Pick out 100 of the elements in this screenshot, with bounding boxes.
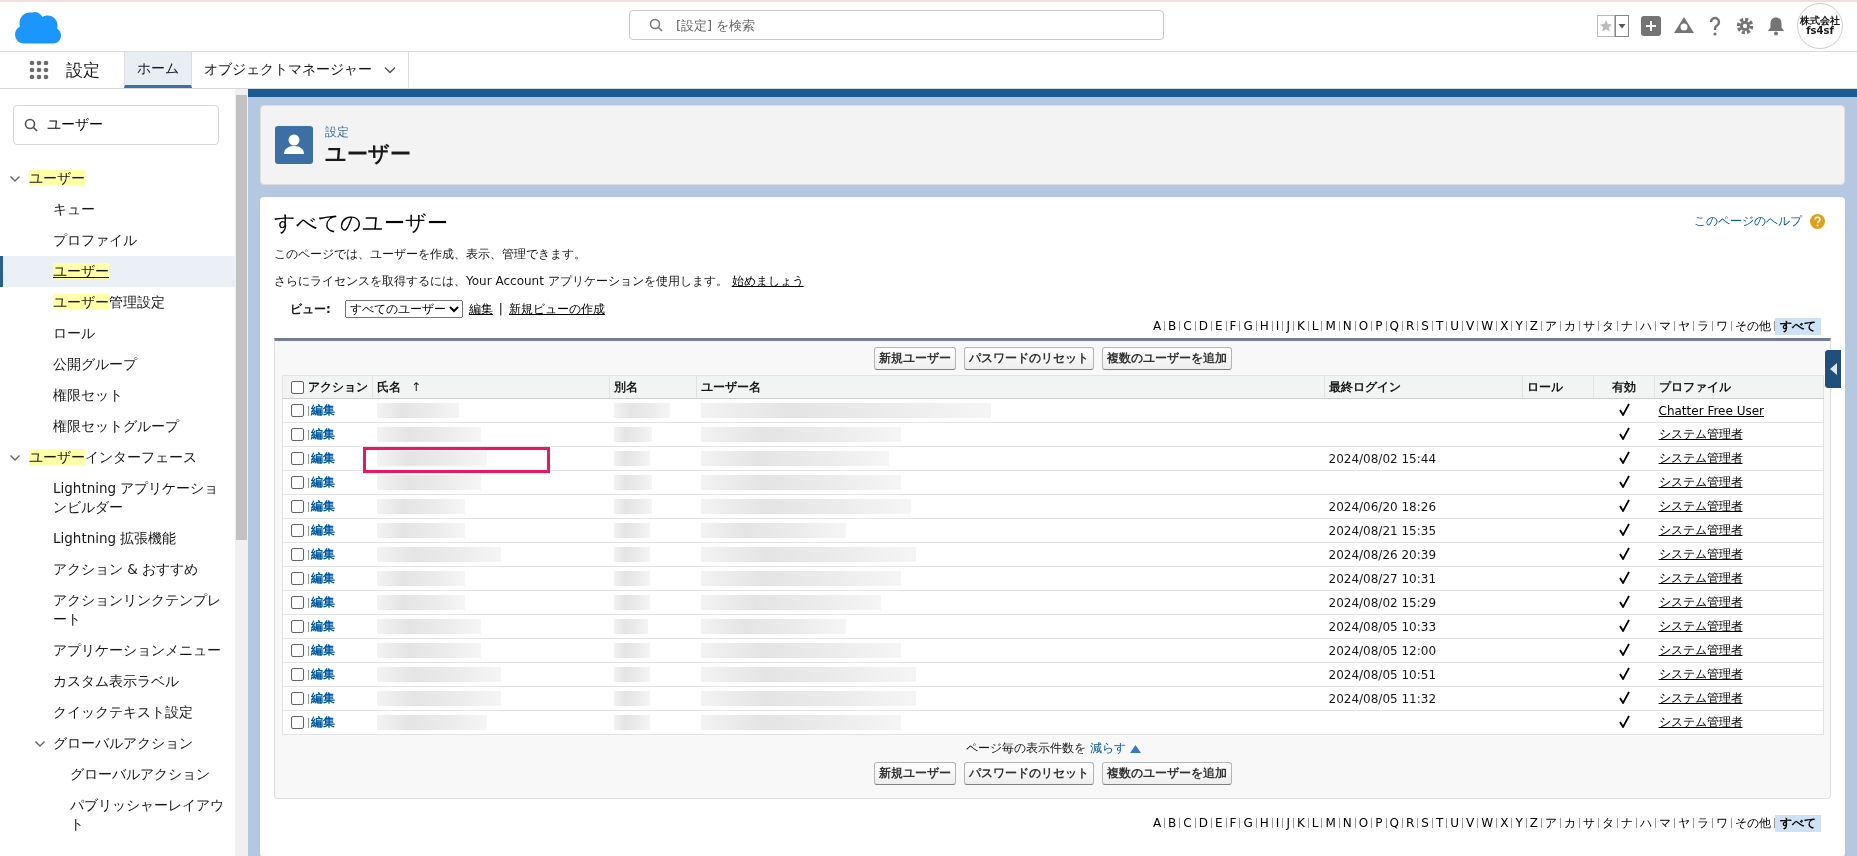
alphabet-filter-link[interactable]: ア <box>1542 317 1560 335</box>
tree-item[interactable]: 権限セットグループ <box>0 411 235 442</box>
edit-link[interactable]: 編集 <box>311 595 335 609</box>
alphabet-filter-link[interactable]: K <box>1293 816 1308 830</box>
alphabet-filter-link[interactable]: P <box>1372 816 1386 830</box>
edit-link[interactable]: 編集 <box>311 475 335 489</box>
alphabet-filter-link[interactable]: マ <box>1656 814 1674 832</box>
row-checkbox[interactable] <box>291 596 304 609</box>
alphabet-filter-link[interactable]: H <box>1256 319 1272 333</box>
alphabet-filter-link[interactable]: F <box>1226 319 1240 333</box>
alphabet-filter-link[interactable]: E <box>1212 319 1226 333</box>
alphabet-filter-link[interactable]: F <box>1226 816 1240 830</box>
alphabet-filter-link[interactable]: S <box>1418 319 1432 333</box>
alphabet-filter-link[interactable]: Y <box>1512 816 1526 830</box>
chevron-down-icon[interactable] <box>384 66 396 74</box>
action-button[interactable]: 新規ユーザー <box>874 762 956 785</box>
alphabet-filter-link[interactable]: ワ <box>1713 814 1731 832</box>
alphabet-filter-link[interactable]: タ <box>1599 317 1617 335</box>
edit-link[interactable]: 編集 <box>311 499 335 513</box>
action-button[interactable]: 複数のユーザーを追加 <box>1102 762 1232 785</box>
alphabet-filter-link[interactable]: H <box>1256 816 1272 830</box>
alphabet-filter-link[interactable]: R <box>1403 319 1418 333</box>
bell-icon[interactable] <box>1767 15 1785 36</box>
alphabet-filter-link[interactable]: Q <box>1386 319 1402 333</box>
alphabet-filter-link[interactable]: R <box>1403 816 1418 830</box>
profile-link[interactable]: システム管理者 <box>1658 643 1743 657</box>
settings-icon[interactable] <box>1735 15 1755 36</box>
select-all-checkbox[interactable] <box>291 380 304 394</box>
alphabet-filter-link[interactable]: I <box>1272 816 1283 830</box>
get-started-link[interactable]: 始めましょう <box>731 273 804 290</box>
tree-item[interactable]: ロール <box>0 318 235 349</box>
edit-link[interactable]: 編集 <box>311 691 335 705</box>
alphabet-filter-link[interactable]: V <box>1463 319 1478 333</box>
alphabet-filter-link[interactable]: W <box>1478 319 1497 333</box>
tree-item[interactable]: アクション & おすすめ <box>0 554 235 585</box>
column-header[interactable]: 別名 <box>614 379 638 394</box>
action-button[interactable]: 複数のユーザーを追加 <box>1102 347 1232 370</box>
profile-link[interactable]: システム管理者 <box>1658 619 1743 633</box>
search-field[interactable]: [設定] を検索 <box>629 10 1164 40</box>
alphabet-filter-link[interactable]: ラ <box>1694 317 1712 335</box>
fewer-link[interactable]: 減らす <box>1089 740 1126 757</box>
tree-item[interactable]: Lightning 拡張機能 <box>0 523 235 554</box>
tree-item[interactable]: グローバルアクション <box>0 728 235 759</box>
row-checkbox[interactable] <box>291 548 304 561</box>
alphabet-filter-link[interactable]: ヤ <box>1675 317 1693 335</box>
profile-link[interactable]: Chatter Free User <box>1658 403 1764 418</box>
edit-link[interactable]: 編集 <box>311 451 335 465</box>
row-checkbox[interactable] <box>291 452 304 465</box>
alphabet-filter-link[interactable]: C <box>1180 319 1195 333</box>
dropdown-icon[interactable] <box>1615 14 1629 37</box>
alphabet-filter-link[interactable]: ハ <box>1637 317 1655 335</box>
edit-view-link[interactable]: 編集 <box>468 300 493 318</box>
profile-link[interactable]: システム管理者 <box>1658 547 1743 561</box>
add-icon[interactable] <box>1641 15 1661 36</box>
new-view-link[interactable]: 新規ビューの作成 <box>508 300 605 318</box>
alphabet-filter-link[interactable]: P <box>1372 319 1386 333</box>
row-checkbox[interactable] <box>291 524 304 537</box>
column-header[interactable]: 氏名 <box>377 379 401 394</box>
row-checkbox[interactable] <box>291 428 304 441</box>
edit-link[interactable]: 編集 <box>311 547 335 561</box>
profile-link[interactable]: システム管理者 <box>1658 715 1743 729</box>
alphabet-filter-link[interactable]: カ <box>1561 317 1579 335</box>
alphabet-filter-link[interactable]: W <box>1478 816 1497 830</box>
alphabet-filter-link[interactable]: Y <box>1512 319 1526 333</box>
alphabet-filter-link[interactable]: ナ <box>1618 317 1636 335</box>
row-checkbox[interactable] <box>291 500 304 513</box>
alphabet-filter-link[interactable]: A <box>1149 816 1165 830</box>
alphabet-filter-link[interactable]: O <box>1355 319 1372 333</box>
profile-link[interactable]: システム管理者 <box>1658 571 1743 585</box>
alphabet-filter-link[interactable]: T <box>1432 816 1447 830</box>
alphabet-filter-link[interactable]: サ <box>1580 814 1598 832</box>
tree-item[interactable]: グローバルアクション <box>0 759 235 790</box>
tree-item[interactable]: ユーザー <box>0 163 235 194</box>
nav-tab[interactable]: オブジェクトマネージャー <box>192 52 409 88</box>
alphabet-filter-link[interactable]: S <box>1418 816 1432 830</box>
alphabet-filter-link[interactable]: ナ <box>1618 814 1636 832</box>
edit-link[interactable]: 編集 <box>311 571 335 585</box>
tree-item[interactable]: キュー <box>0 194 235 225</box>
tree-item[interactable]: 公開グループ <box>0 349 235 380</box>
alphabet-filter-link[interactable]: M <box>1322 319 1339 333</box>
tree-item[interactable]: ユーザー <box>0 256 235 287</box>
alphabet-filter-link[interactable]: Z <box>1526 816 1541 830</box>
help-icon[interactable] <box>1707 15 1723 36</box>
row-checkbox[interactable] <box>291 404 304 417</box>
alphabet-filter-link[interactable]: E <box>1212 816 1226 830</box>
alphabet-filter-link[interactable]: その他 <box>1732 317 1774 335</box>
profile-link[interactable]: システム管理者 <box>1658 595 1743 609</box>
alphabet-filter-link[interactable]: T <box>1432 319 1447 333</box>
tree-item[interactable]: パブリッシャーレイアウト <box>0 790 235 840</box>
alphabet-filter-link[interactable]: ワ <box>1713 317 1731 335</box>
alphabet-filter-link[interactable]: U <box>1447 816 1463 830</box>
alphabet-filter-link[interactable]: Z <box>1526 319 1541 333</box>
alphabet-filter-link[interactable]: B <box>1165 319 1180 333</box>
tree-item[interactable]: カスタム表示ラベル <box>0 666 235 697</box>
alphabet-filter-link[interactable]: すべて <box>1775 814 1821 832</box>
alphabet-filter-link[interactable]: J <box>1283 319 1293 333</box>
profile-link[interactable]: システム管理者 <box>1658 499 1743 513</box>
edit-link[interactable]: 編集 <box>311 667 335 681</box>
row-checkbox[interactable] <box>291 572 304 585</box>
alphabet-filter-link[interactable]: G <box>1240 319 1256 333</box>
